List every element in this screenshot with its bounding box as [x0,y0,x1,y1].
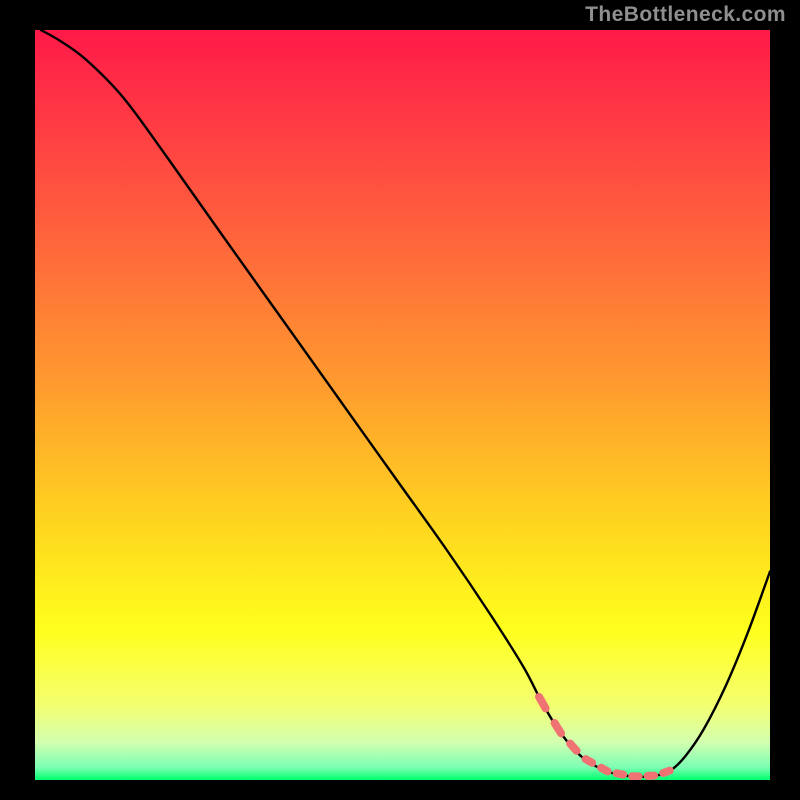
chart-plot-area [35,30,770,780]
attribution-text: TheBottleneck.com [585,3,786,27]
